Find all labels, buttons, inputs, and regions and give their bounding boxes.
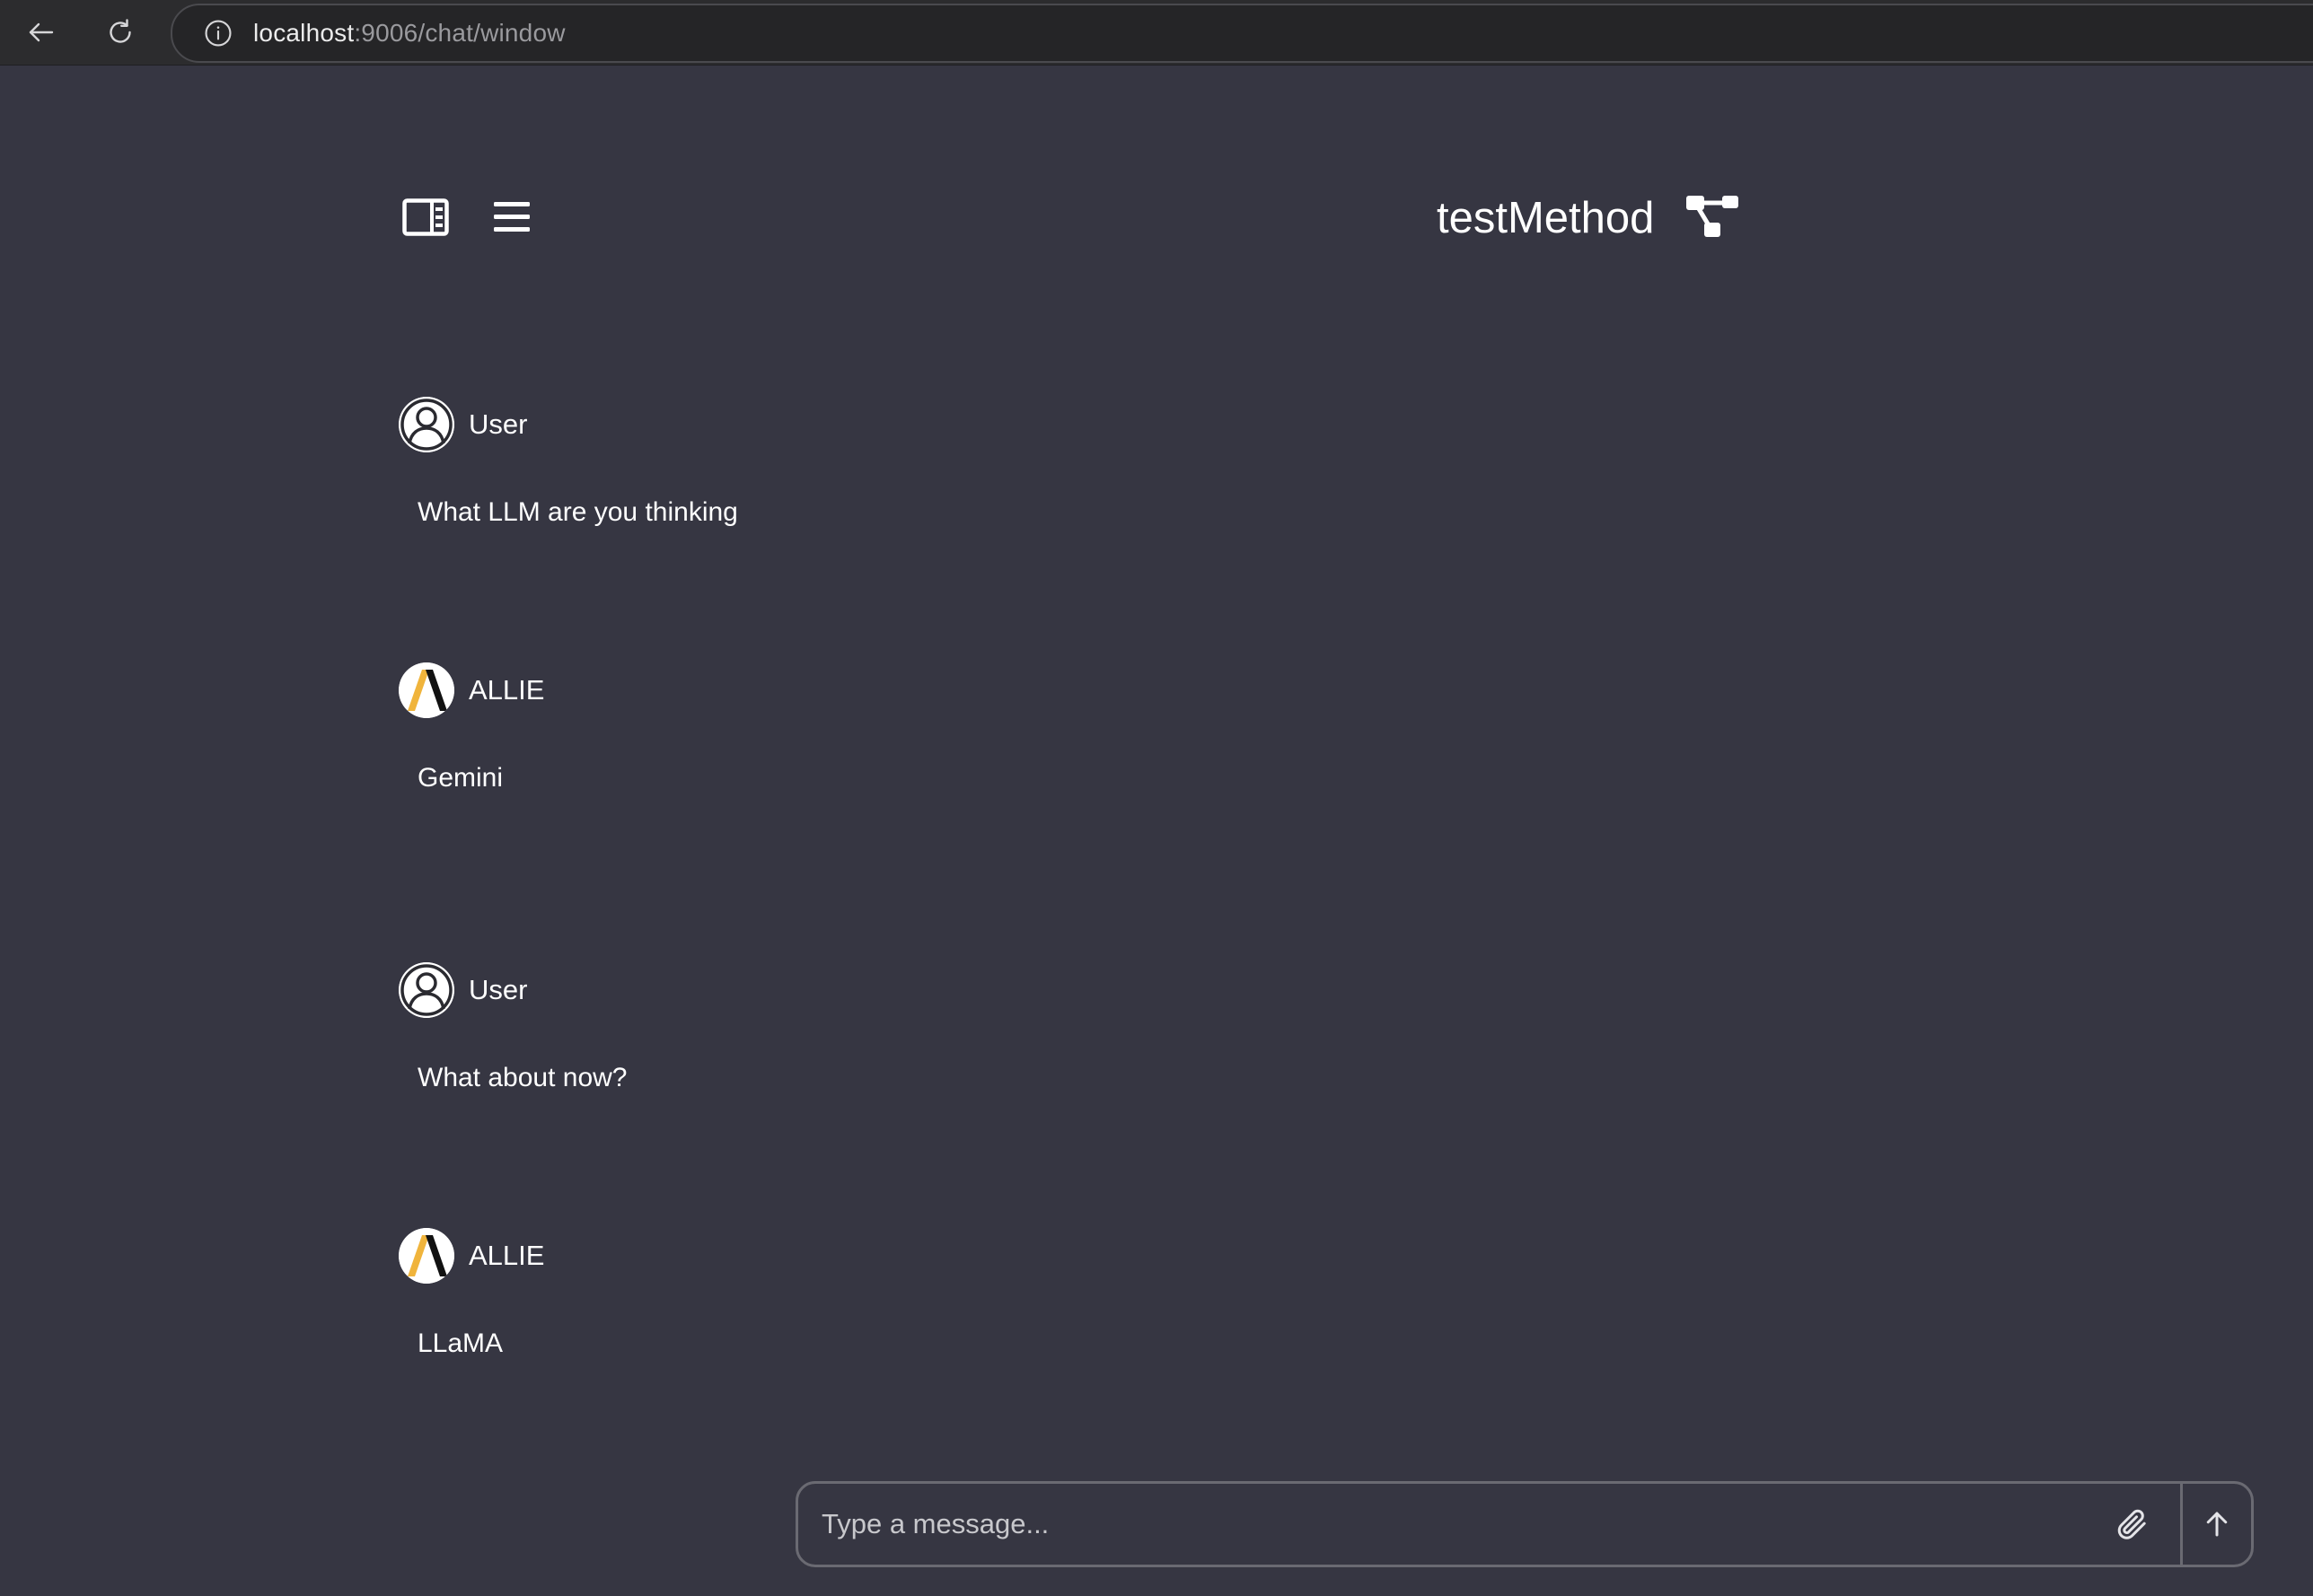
info-icon[interactable] <box>203 18 233 48</box>
message-text: Gemini <box>418 763 504 793</box>
message-text: LLaMA <box>418 1329 504 1358</box>
browser-toolbar: localhost:9006/chat/window <box>0 0 2313 66</box>
flow-view-button[interactable] <box>1684 194 1740 239</box>
message-header: ALLIE <box>399 662 544 718</box>
allie-logo-icon <box>399 662 454 718</box>
paperclip-icon <box>2117 1509 2146 1539</box>
sender-name: User <box>469 974 528 1005</box>
chat-message: User What about now? <box>399 962 627 1093</box>
menu-button[interactable] <box>488 196 539 239</box>
message-text: What LLM are you thinking <box>418 497 738 527</box>
allie-logo-icon <box>399 1228 454 1284</box>
url-text[interactable]: localhost:9006/chat/window <box>253 19 566 48</box>
hamburger-menu-icon <box>494 202 530 232</box>
chat-message: ALLIE LLaMA <box>399 1228 544 1359</box>
url-host: localhost <box>253 19 355 47</box>
message-input[interactable] <box>798 1483 2105 1565</box>
message-header: User <box>399 962 627 1018</box>
address-bar[interactable]: localhost:9006/chat/window <box>171 4 2313 63</box>
back-button[interactable] <box>18 9 65 56</box>
sidebar-toggle-button[interactable] <box>400 196 451 239</box>
attach-button[interactable] <box>2105 1497 2159 1551</box>
send-button[interactable] <box>2183 1484 2251 1565</box>
sidebar-panel-icon <box>402 198 449 236</box>
page-title: testMethod <box>1437 194 1655 242</box>
reload-icon <box>110 19 131 43</box>
chat-message: ALLIE Gemini <box>399 662 544 794</box>
user-avatar-icon <box>399 397 454 452</box>
message-text: What about now? <box>418 1063 628 1092</box>
url-path: :9006/chat/window <box>354 19 566 47</box>
reload-button[interactable] <box>97 9 144 56</box>
arrow-up-icon <box>2206 1512 2228 1537</box>
arrow-left-icon <box>29 22 54 42</box>
sender-name: User <box>469 408 528 440</box>
message-composer <box>796 1481 2254 1567</box>
message-header: User <box>399 397 738 452</box>
message-header: ALLIE <box>399 1228 544 1284</box>
sender-name: ALLIE <box>469 1240 545 1271</box>
user-avatar-icon <box>399 962 454 1018</box>
sender-name: ALLIE <box>469 674 545 706</box>
flow-tree-icon <box>1686 196 1738 237</box>
chat-message: User What LLM are you thinking <box>399 397 738 528</box>
